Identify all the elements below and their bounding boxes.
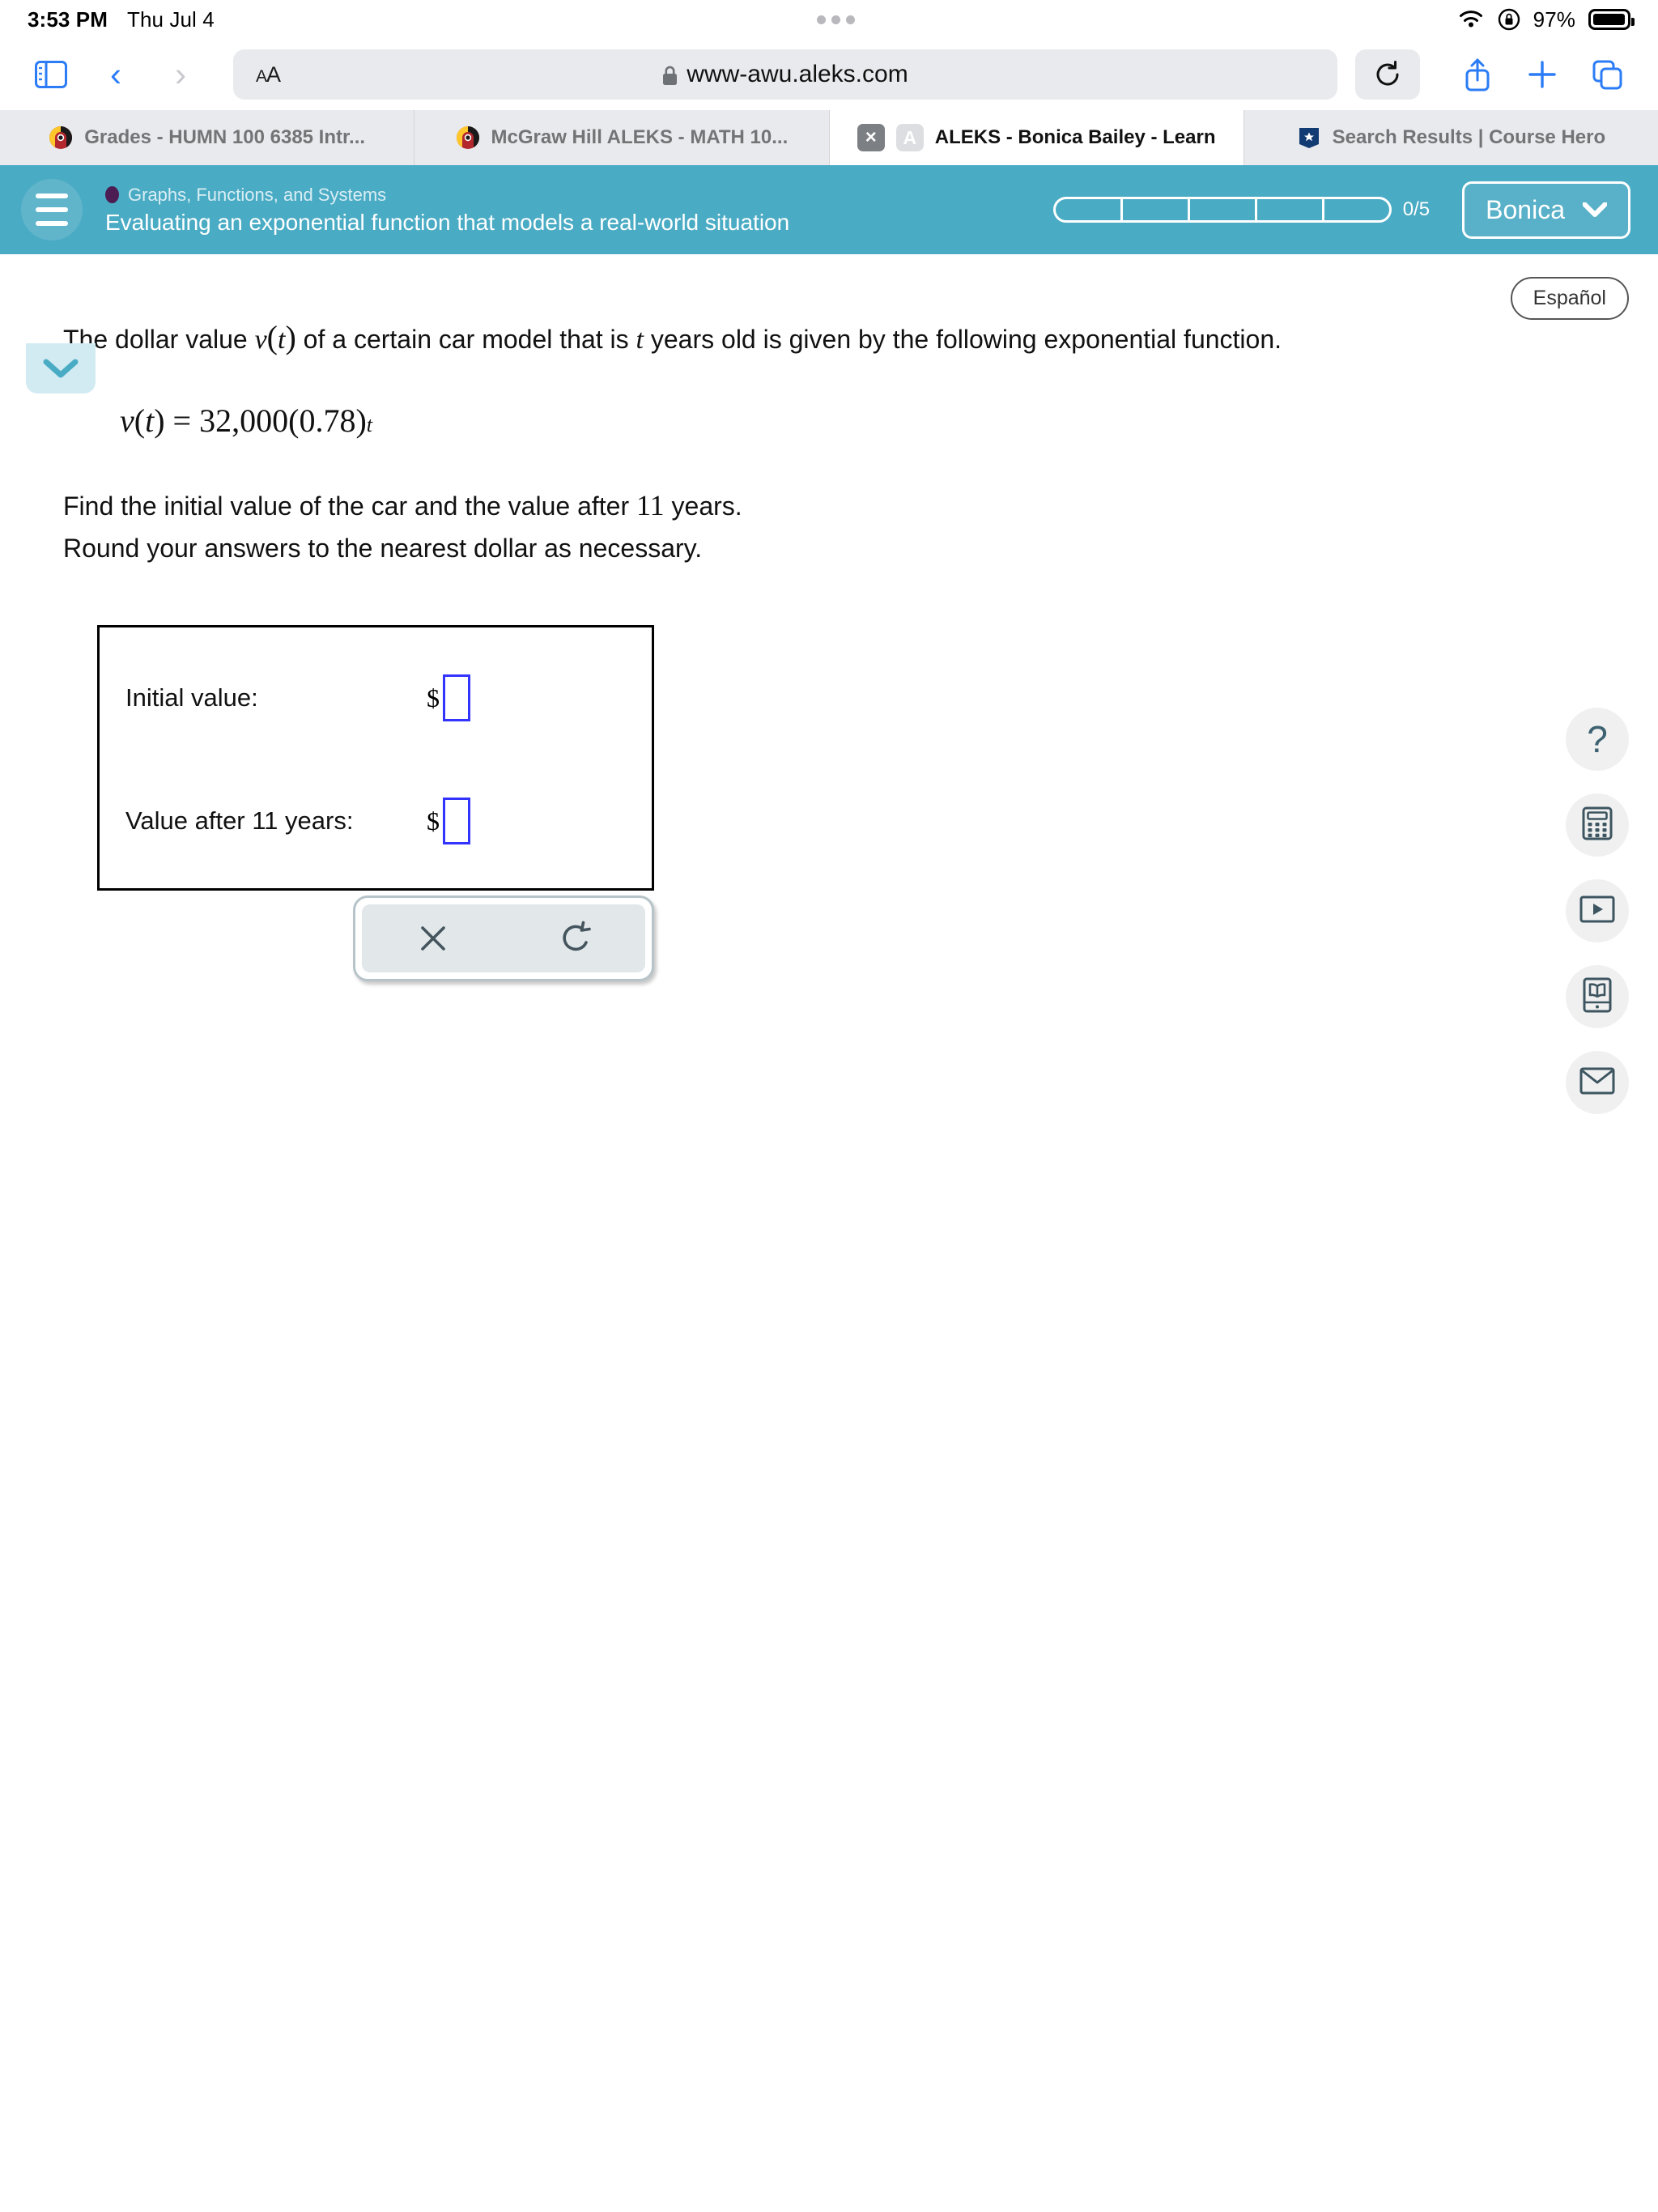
calculator-icon [1581,806,1613,845]
url-text-wrap: www-awu.aleks.com [233,61,1337,88]
progress-indicator: 0/5 [1052,197,1431,223]
undo-icon[interactable] [504,921,645,956]
safari-toolbar: ‹ › AA www-awu.aleks.com [0,39,1658,110]
prompt-variable-t: t [636,325,644,355]
header-topic: Graphs, Functions, and Systems [128,184,387,205]
instruction-years: 11 [636,489,665,521]
ebook-icon [1583,977,1612,1017]
status-center-dots [215,15,1457,24]
exponential-formula: v(t) = 32,000(0.78) t [120,402,372,439]
instruction-line-2: Round your answers to the nearest dollar… [63,533,703,563]
tab-title: Search Results | Course Hero [1332,126,1606,148]
answer-row-initial-value: Initial value: $ [100,660,652,736]
currency-symbol: $ [427,806,440,836]
sidebar-toggle-icon[interactable] [21,49,81,100]
question-instructions: Find the initial value of the car and th… [63,483,1658,568]
prompt-part-3: years old is given by the following expo… [650,325,1282,354]
status-right-cluster: 97% [1457,6,1635,32]
share-icon[interactable] [1448,49,1507,100]
page-title: Evaluating an exponential function that … [105,209,790,235]
umgc-logo-icon [49,125,73,150]
header-topic-row: Graphs, Functions, and Systems [105,185,789,206]
battery-icon [1588,9,1635,30]
message-button[interactable] [1566,1051,1629,1114]
tab-title: McGraw Hill ALEKS - MATH 10... [491,126,789,148]
answer-mini-toolbar [353,895,654,982]
browser-tab-aleks-active[interactable]: × A ALEKS - Bonica Bailey - Learn [829,110,1244,165]
forward-chevron-icon[interactable]: › [151,49,210,100]
answer-label: Value after 11 years: [125,806,354,836]
help-button[interactable]: ? [1566,708,1629,771]
topic-dot-icon [105,186,119,203]
wifi-icon [1457,9,1485,30]
back-chevron-icon[interactable]: ‹ [86,49,146,100]
answer-row-value-after-11: Value after 11 years: $ [100,783,652,859]
answer-label: Initial value: [125,683,258,713]
formula-equals: = [172,402,192,439]
instruction-line-1: Find the initial value of the car and th… [63,483,1658,529]
value-after-11-years-input[interactable] [443,798,470,845]
progress-count: 0/5 [1402,198,1431,220]
reload-icon[interactable] [1355,49,1420,100]
envelope-icon [1579,1067,1615,1099]
aleks-header: Graphs, Functions, and Systems Evaluatin… [0,165,1658,254]
video-play-icon [1579,895,1615,927]
mini-toolbar-inner [362,904,645,973]
answer-box: Initial value: $ Value after 11 years: $ [97,625,654,891]
user-menu-button[interactable]: Bonica [1462,181,1630,239]
video-button[interactable] [1566,879,1629,942]
browser-tab-mcgrawhill[interactable]: McGraw Hill ALEKS - MATH 10... [414,110,830,165]
tool-rail: ? [1566,708,1629,1114]
coursehero-logo-icon [1297,125,1321,150]
text-size-button[interactable]: AA [256,62,281,87]
instruction-1a: Find the initial value of the car and th… [63,491,630,521]
user-name: Bonica [1486,194,1565,224]
formula-base: 0.78 [299,402,356,439]
browser-tab-strip: Grades - HUMN 100 6385 Intr... McGraw Hi… [0,110,1658,165]
chevron-down-icon [43,359,79,378]
x-clear-icon[interactable] [362,922,504,955]
formula-exponent: t [366,413,372,436]
progress-bar-segments [1052,197,1392,223]
assignment-page: Español The dollar value v(t) of a certa… [0,254,1658,2212]
url-text: www-awu.aleks.com [687,61,908,87]
aleks-letter-icon: A [895,124,924,151]
language-toggle-button[interactable]: Español [1510,277,1629,320]
header-right-group: 0/5 Bonica [1052,181,1630,239]
calculator-button[interactable] [1566,793,1629,857]
currency-symbol: $ [427,683,440,713]
close-icon[interactable]: × [857,124,885,151]
instruction-1b: years. [671,491,742,521]
status-date: Thu Jul 4 [126,6,215,32]
hamburger-menu-icon[interactable] [21,179,83,240]
browser-tab-coursehero[interactable]: Search Results | Course Hero [1244,110,1658,165]
prompt-variable-v: v [254,325,267,355]
address-bar[interactable]: AA www-awu.aleks.com [233,49,1337,100]
formula-arg: t [145,402,155,439]
tab-title: Grades - HUMN 100 6385 Intr... [84,126,366,148]
tab-overview-icon[interactable] [1577,49,1637,100]
ebook-button[interactable] [1566,965,1629,1028]
prompt-part-2: of a certain car model that is [303,325,629,354]
multitask-dots-icon[interactable] [816,15,855,24]
question-mark-icon: ? [1587,718,1608,760]
status-time: 3:53 PM [28,6,108,32]
padlock-icon [662,65,678,85]
formula-coefficient: 32,000 [199,402,289,439]
chevron-down-icon [1582,198,1608,223]
plus-icon[interactable] [1512,49,1572,100]
battery-percent: 97% [1533,6,1575,32]
tab-title: ALEKS - Bonica Bailey - Learn [934,126,1216,148]
initial-value-input[interactable] [443,674,470,722]
header-text-group: Graphs, Functions, and Systems Evaluatin… [105,185,789,236]
rotation-lock-icon [1498,8,1520,31]
ios-status-bar: 3:53 PM Thu Jul 4 97% [0,0,1658,39]
formula-func: v [120,402,134,439]
browser-tab-grades[interactable]: Grades - HUMN 100 6385 Intr... [0,110,415,165]
umgc-logo-icon [456,125,480,150]
question-prompt: The dollar value v(t) of a certain car m… [63,319,1282,355]
collapse-header-button[interactable] [26,343,96,393]
